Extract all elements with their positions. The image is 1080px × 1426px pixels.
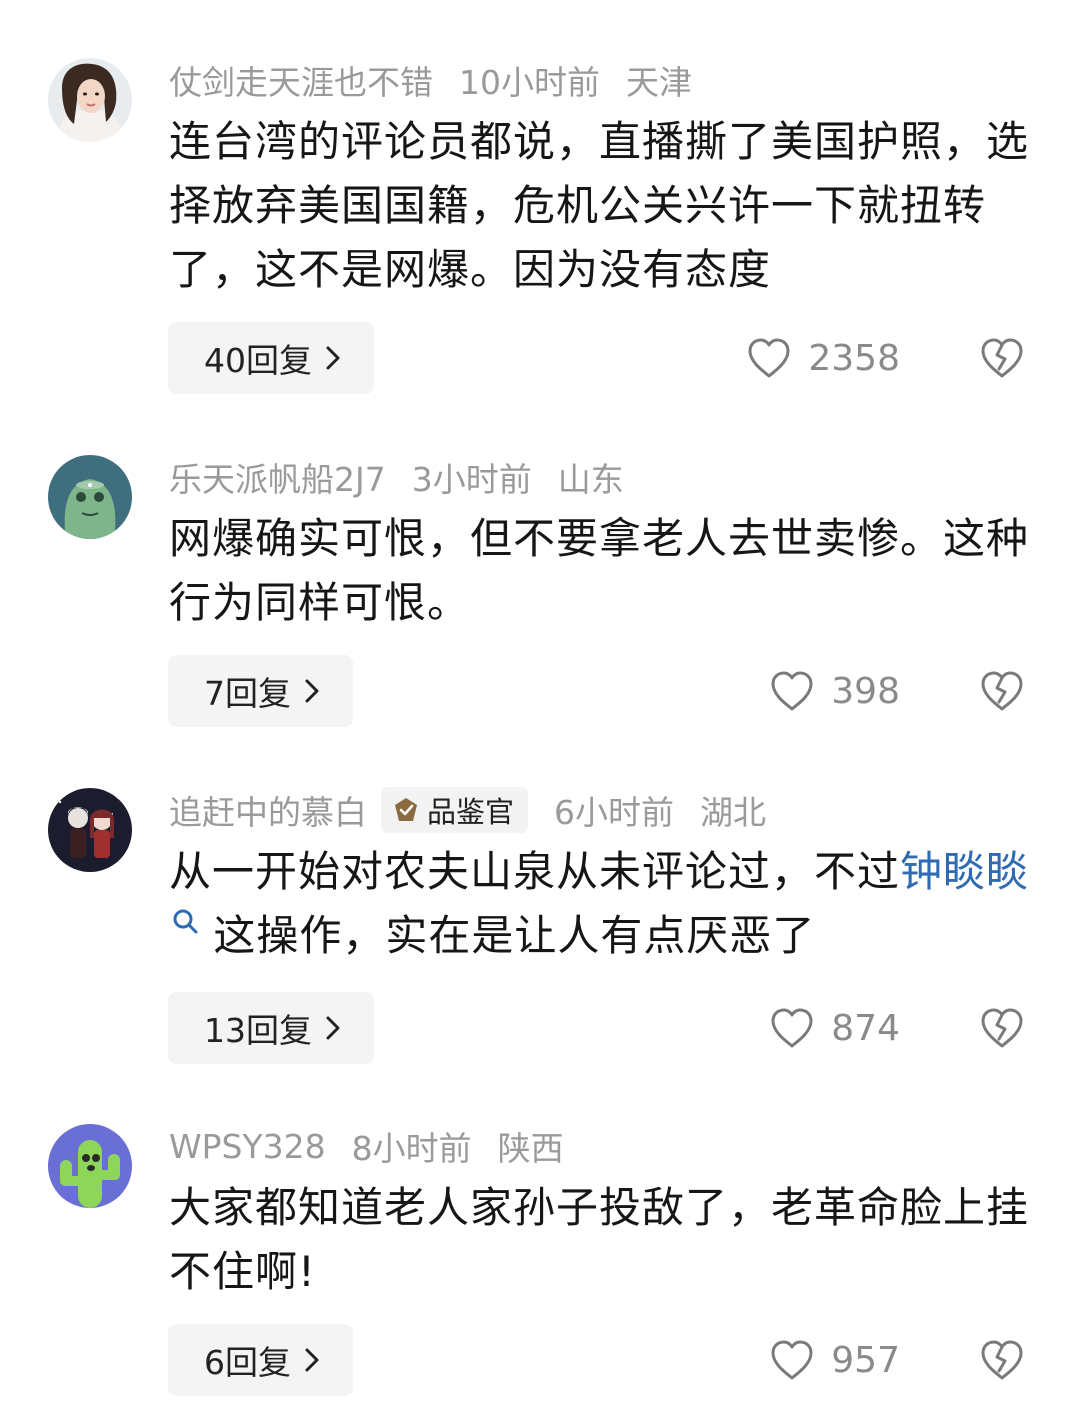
badge-label: 品鉴官	[427, 795, 515, 829]
comment-time: 6小时前	[554, 793, 675, 832]
like-button[interactable]: 2358	[746, 322, 900, 394]
replies-button[interactable]: 13回复	[168, 992, 374, 1064]
anime-couple-avatar-icon	[48, 788, 132, 872]
replies-count: 7回复	[204, 674, 291, 713]
dislike-button[interactable]	[978, 322, 1026, 394]
chevron-right-icon	[305, 679, 319, 703]
verified-badge-icon	[395, 798, 417, 821]
heart-icon	[771, 1340, 813, 1380]
user-avatar[interactable]	[48, 455, 132, 539]
broken-heart-icon	[981, 671, 1023, 711]
username[interactable]: WPSY328	[169, 1127, 326, 1166]
comment-text: 从一开始对农夫山泉从未评论过，不过钟睒睒 这操作，实在是让人有点厌恶了	[169, 840, 1039, 968]
replies-count: 40回复	[204, 341, 312, 380]
replies-count: 6回复	[204, 1343, 291, 1382]
comment-meta: 乐天派帆船2J7 3小时前 山东	[169, 455, 624, 499]
comment-feed: 仗剑走天涯也不错 10小时前 天津 连台湾的评论员都说，直播撕了美国护照，选择放…	[0, 0, 1080, 1426]
broken-heart-icon	[981, 1340, 1023, 1380]
comment-meta: 仗剑走天涯也不错 10小时前 天津	[169, 58, 692, 102]
green-creature-avatar-icon	[48, 455, 132, 539]
user-badge: 品鉴官	[381, 787, 529, 833]
like-count: 398	[831, 670, 900, 712]
broken-heart-icon	[981, 338, 1023, 378]
comment-time: 8小时前	[351, 1129, 472, 1168]
username[interactable]: 乐天派帆船2J7	[169, 453, 386, 501]
dislike-button[interactable]	[978, 655, 1026, 727]
username[interactable]: 追赶中的慕白	[169, 786, 367, 834]
like-count: 957	[831, 1339, 900, 1381]
replies-button[interactable]: 7回复	[168, 655, 353, 727]
heart-icon	[771, 671, 813, 711]
heart-icon	[748, 338, 790, 378]
search-icon[interactable]	[171, 907, 199, 935]
cactus-avatar-icon	[48, 1124, 132, 1208]
comment-text-part: 从一开始对农夫山泉从未评论过，不过	[169, 847, 901, 896]
comment-text: 连台湾的评论员都说，直播撕了美国护照，选择放弃美国国籍，危机公关兴许一下就扭转了…	[169, 117, 1030, 294]
comment-meta: 追赶中的慕白 品鉴官 6小时前 湖北	[169, 786, 767, 834]
comment-text: 大家都知道老人家孙子投敌了，老革命脸上挂不住啊!	[169, 1183, 1030, 1296]
comment-time: 10小时前	[459, 63, 600, 102]
user-avatar[interactable]	[48, 58, 132, 142]
comment-text: 网爆确实可恨，但不要拿老人去世卖惨。这种行为同样可恨。	[169, 514, 1030, 627]
comment-meta: WPSY328 8小时前 陕西	[169, 1124, 564, 1169]
chevron-right-icon	[326, 1016, 340, 1040]
dislike-button[interactable]	[978, 992, 1026, 1064]
like-button[interactable]: 874	[769, 992, 900, 1064]
like-button[interactable]: 957	[769, 1324, 900, 1396]
replies-count: 13回复	[204, 1011, 312, 1050]
comment-location: 湖北	[700, 793, 767, 832]
chevron-right-icon	[305, 1348, 319, 1372]
like-count: 2358	[808, 337, 900, 379]
comment-time: 3小时前	[411, 460, 532, 499]
chevron-right-icon	[326, 346, 340, 370]
comment-text-part: 这操作，实在是让人有点厌恶了	[213, 911, 816, 960]
user-avatar[interactable]	[48, 788, 132, 872]
comment-location: 陕西	[497, 1129, 564, 1168]
mention-link[interactable]: 钟睒睒	[900, 847, 1029, 896]
portrait-avatar-icon	[48, 58, 132, 142]
heart-icon	[771, 1008, 813, 1048]
like-count: 874	[831, 1007, 900, 1049]
replies-button[interactable]: 6回复	[168, 1324, 353, 1396]
dislike-button[interactable]	[978, 1324, 1026, 1396]
comment-location: 天津	[626, 63, 692, 102]
comment-location: 山东	[557, 460, 624, 499]
username[interactable]: 仗剑走天涯也不错	[169, 56, 433, 104]
like-button[interactable]: 398	[769, 655, 900, 727]
broken-heart-icon	[981, 1008, 1023, 1048]
user-avatar[interactable]	[48, 1124, 132, 1208]
replies-button[interactable]: 40回复	[168, 322, 374, 394]
